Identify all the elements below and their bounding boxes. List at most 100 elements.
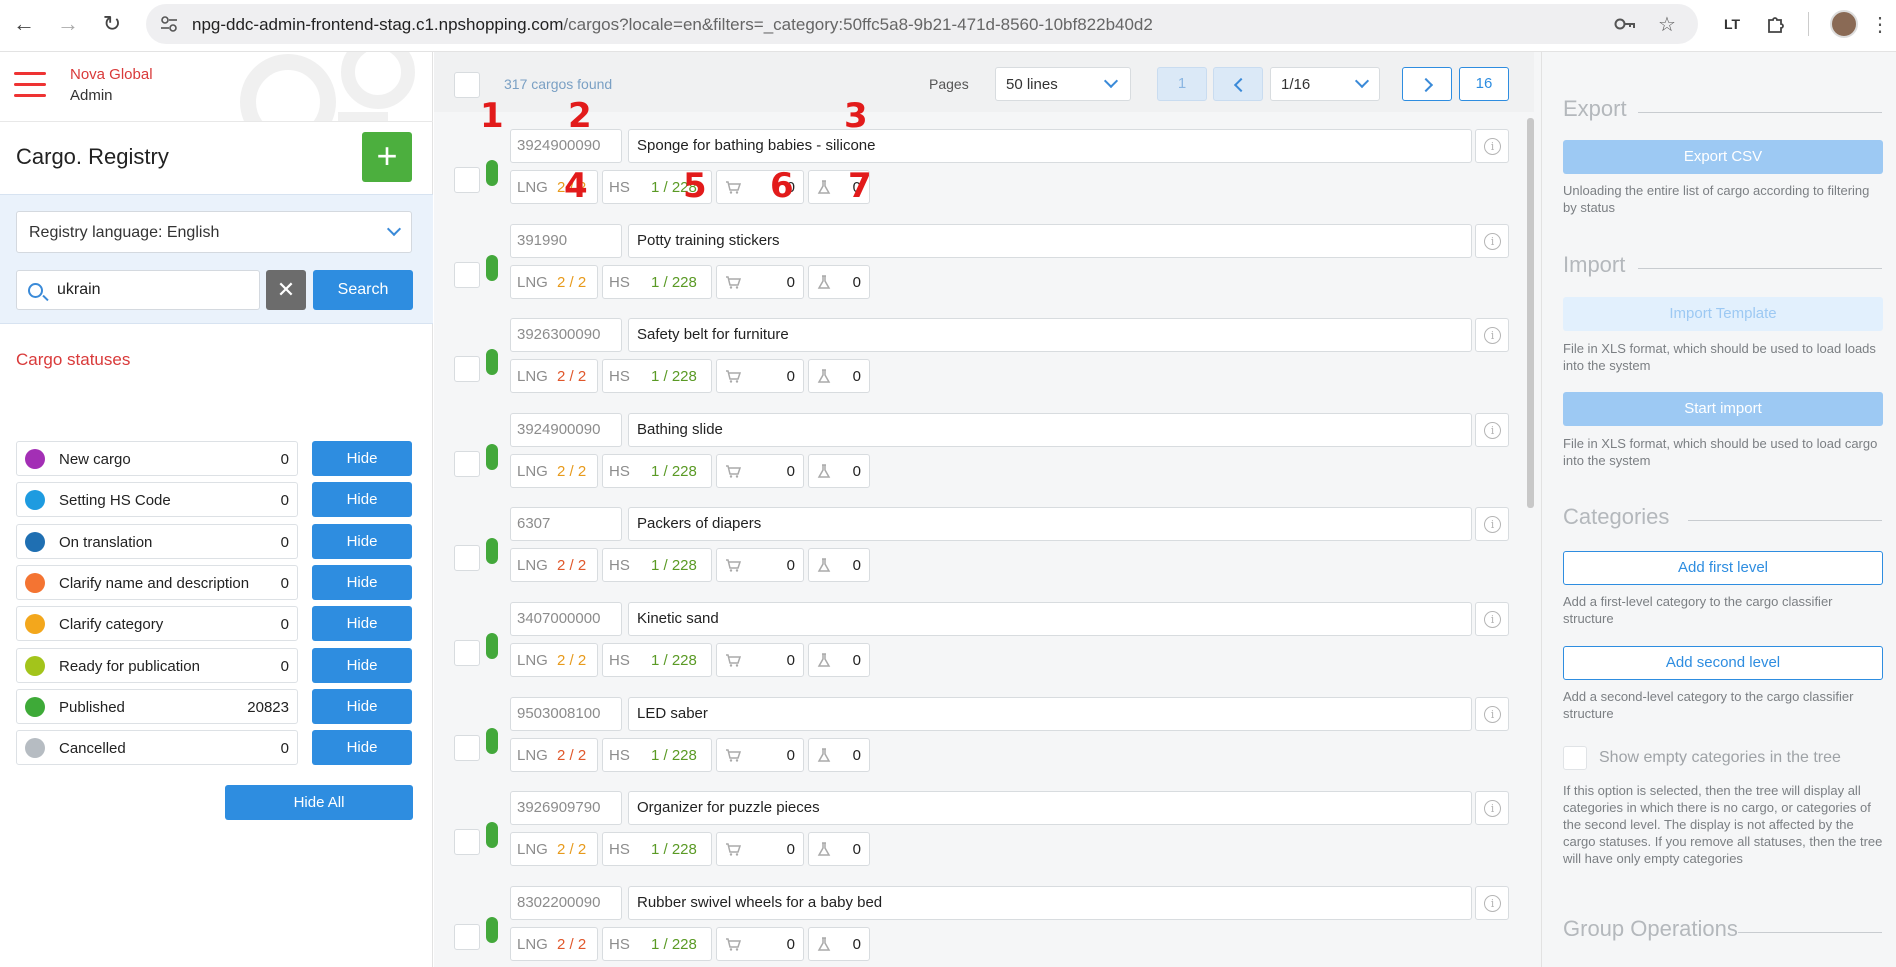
hs-code-field[interactable]: 3924900090: [510, 129, 622, 163]
last-page-button[interactable]: 16: [1459, 67, 1509, 101]
forward-arrow-icon[interactable]: →: [52, 8, 84, 40]
cart-value: 0: [786, 557, 795, 575]
hamburger-menu-icon[interactable]: [14, 72, 46, 98]
cargo-name-field[interactable]: Rubber swivel wheels for a baby bed: [628, 885, 1472, 920]
hs-badge: HS 1 / 228: [602, 264, 712, 299]
hs-code-field[interactable]: 3407000000: [510, 602, 622, 636]
row-checkbox[interactable]: [454, 829, 480, 856]
row-checkbox[interactable]: [454, 640, 480, 666]
import-template-button[interactable]: Import Template: [1563, 297, 1883, 331]
hs-code-field[interactable]: 391990: [510, 223, 622, 258]
row-checkbox[interactable]: [454, 734, 480, 761]
status-item[interactable]: Cancelled 0: [16, 730, 298, 766]
start-import-button[interactable]: Start import: [1563, 392, 1883, 426]
hide-status-button[interactable]: Hide: [312, 441, 412, 476]
list-scrollbar[interactable]: [1527, 118, 1534, 508]
registry-language-select[interactable]: Registry language: English: [16, 211, 412, 253]
hide-status-button[interactable]: Hide: [312, 730, 412, 766]
categories-section-title: Categories: [1563, 504, 1670, 529]
status-name: Setting HS Code: [59, 492, 171, 510]
bookmark-star-icon[interactable]: ☆: [1658, 12, 1680, 36]
hide-status-button[interactable]: Hide: [312, 606, 412, 642]
next-page-button[interactable]: [1402, 67, 1452, 101]
hide-all-button[interactable]: Hide All: [225, 785, 413, 820]
section-divider: [1638, 112, 1882, 113]
status-item[interactable]: Published 20823: [16, 688, 298, 724]
reload-icon[interactable]: ↻: [96, 8, 128, 40]
info-button[interactable]: i: [1475, 696, 1509, 731]
extensions-puzzle-icon[interactable]: [1762, 10, 1790, 38]
hs-code-field[interactable]: 3926909790: [510, 791, 622, 826]
table-row: 9503008100 LED saber i LNG 2 / 2 HS 1 / 228 0 0: [434, 696, 1534, 792]
row-checkbox[interactable]: [454, 923, 480, 950]
status-item[interactable]: Clarify category 0: [16, 606, 298, 642]
first-page-button[interactable]: 1: [1157, 67, 1207, 101]
page-select[interactable]: 1/16: [1270, 67, 1380, 101]
search-icon: [28, 283, 43, 298]
status-item[interactable]: New cargo 0: [16, 441, 298, 476]
hs-code-field[interactable]: 8302200090: [510, 885, 622, 920]
row-checkbox[interactable]: [454, 450, 480, 477]
info-button[interactable]: i: [1475, 791, 1509, 826]
cargo-name-field[interactable]: LED saber: [628, 696, 1472, 731]
show-empty-categories-checkbox[interactable]: [1563, 746, 1587, 770]
select-all-checkbox[interactable]: [454, 72, 480, 98]
prev-page-button[interactable]: [1213, 67, 1263, 101]
hide-status-button[interactable]: Hide: [312, 482, 412, 518]
search-button[interactable]: Search: [313, 270, 413, 310]
hs-code-field[interactable]: 3926300090: [510, 318, 622, 353]
hide-status-button[interactable]: Hide: [312, 688, 412, 724]
registry-language-value: Registry language: English: [29, 224, 220, 241]
languages-badge: LNG 2 / 2: [510, 453, 598, 488]
page-select-value: 1/16: [1281, 76, 1311, 93]
hs-code-field[interactable]: 9503008100: [510, 696, 622, 731]
row-checkbox[interactable]: [454, 167, 480, 193]
lines-per-page-select[interactable]: 50 lines: [995, 67, 1131, 101]
info-button[interactable]: i: [1475, 412, 1509, 447]
translate-extension-icon[interactable]: LT: [1718, 10, 1746, 38]
profile-avatar[interactable]: [1830, 10, 1858, 38]
lng-label: LNG: [517, 273, 548, 291]
password-key-icon[interactable]: [1614, 14, 1636, 34]
hide-status-button[interactable]: Hide: [312, 647, 412, 683]
back-arrow-icon[interactable]: ←: [8, 8, 40, 40]
cargo-name-field[interactable]: Sponge for bathing babies - silicone: [628, 129, 1472, 163]
cargo-name-field[interactable]: Bathing slide: [628, 412, 1472, 447]
status-item[interactable]: Setting HS Code 0: [16, 482, 298, 518]
cargo-name-field[interactable]: Organizer for puzzle pieces: [628, 791, 1472, 826]
cargo-name-field[interactable]: Kinetic sand: [628, 602, 1472, 636]
cargo-name-field[interactable]: Safety belt for furniture: [628, 318, 1472, 353]
browser-menu-icon[interactable]: ⋮: [1866, 10, 1894, 38]
status-item[interactable]: Clarify name and description 0: [16, 564, 298, 600]
cargo-name-field[interactable]: Packers of diapers: [628, 507, 1472, 542]
info-button[interactable]: i: [1475, 507, 1509, 542]
info-button[interactable]: i: [1475, 318, 1509, 353]
status-item[interactable]: On translation 0: [16, 523, 298, 559]
status-color-dot: [25, 572, 45, 593]
annotation-1: 1: [480, 96, 504, 136]
info-button[interactable]: i: [1475, 129, 1509, 163]
info-icon: i: [1484, 327, 1501, 345]
hide-status-button[interactable]: Hide: [312, 564, 412, 600]
info-button[interactable]: i: [1475, 602, 1509, 636]
hide-status-button[interactable]: Hide: [312, 523, 412, 559]
cargo-name-field[interactable]: Potty training stickers: [628, 223, 1472, 258]
add-cargo-button[interactable]: +: [362, 132, 412, 182]
add-first-level-button[interactable]: Add first level: [1563, 551, 1883, 585]
info-button[interactable]: i: [1475, 223, 1509, 258]
info-button[interactable]: i: [1475, 885, 1509, 920]
row-checkbox[interactable]: [454, 356, 480, 383]
site-settings-icon[interactable]: [160, 15, 178, 33]
hs-label: HS: [609, 841, 630, 859]
row-checkbox[interactable]: [454, 545, 480, 572]
export-csv-button[interactable]: Export CSV: [1563, 140, 1883, 174]
hs-code-field[interactable]: 3924900090: [510, 412, 622, 447]
hs-code-field[interactable]: 6307: [510, 507, 622, 542]
clear-search-button[interactable]: ✕: [266, 270, 306, 310]
add-second-level-button[interactable]: Add second level: [1563, 646, 1883, 680]
status-item[interactable]: Ready for publication 0: [16, 647, 298, 683]
row-checkbox[interactable]: [454, 261, 480, 288]
info-icon: i: [1484, 611, 1501, 628]
address-bar[interactable]: npg-ddc-admin-frontend-stag.c1.npshoppin…: [146, 4, 1698, 44]
search-input[interactable]: [16, 270, 260, 310]
